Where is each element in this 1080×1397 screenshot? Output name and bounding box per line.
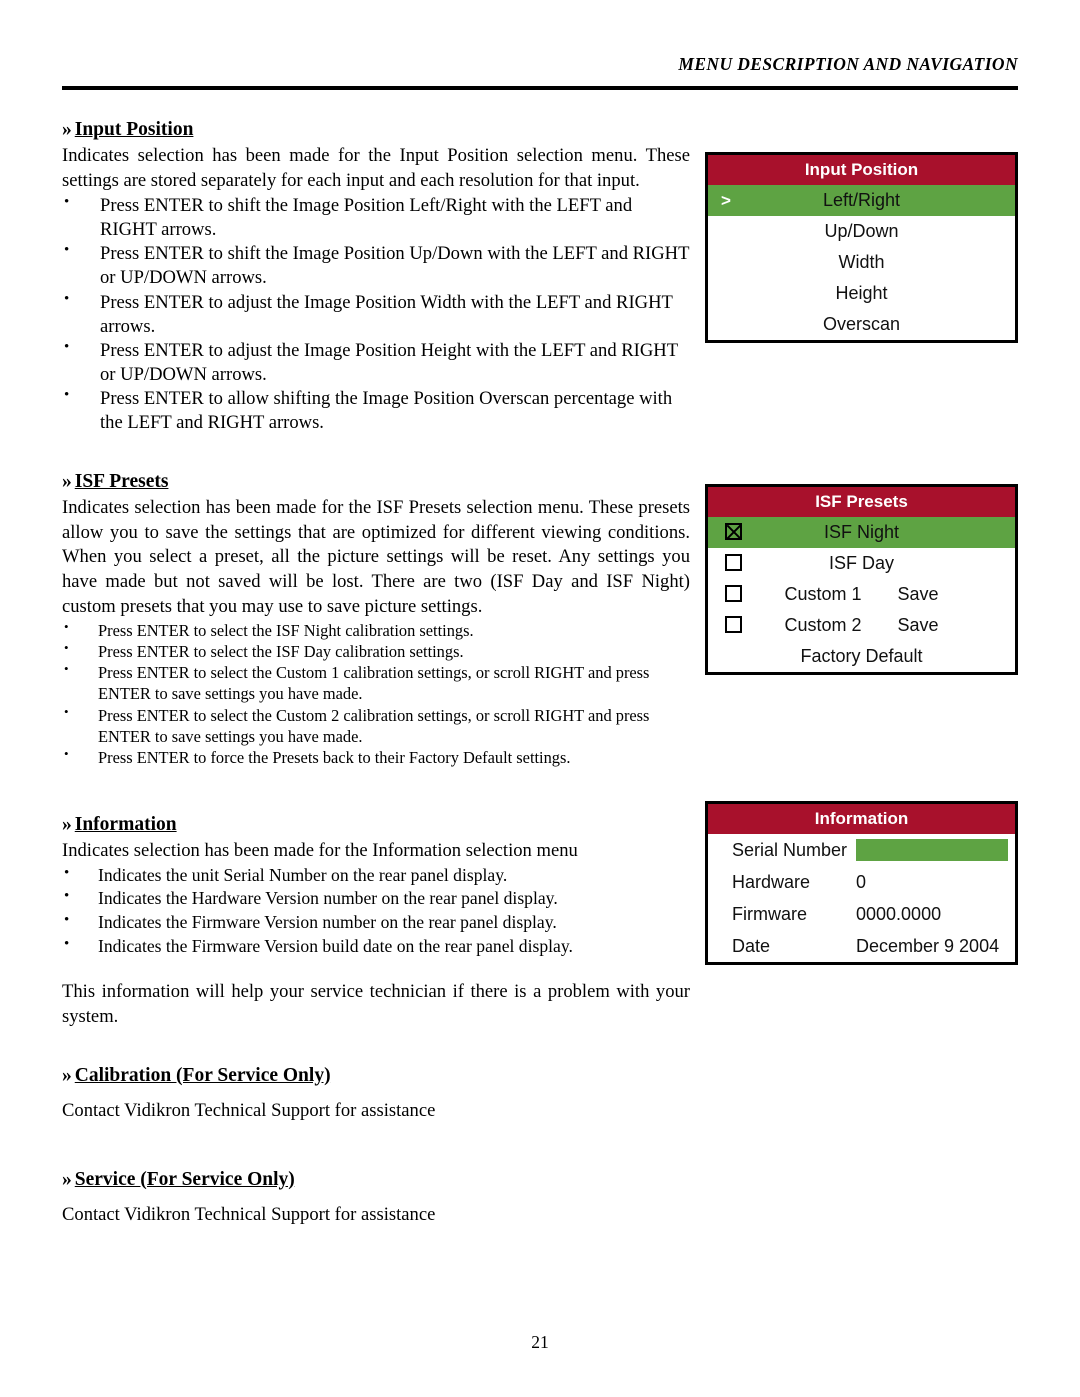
guillemet-icon: » [62, 119, 72, 140]
isf-presets-bullets: Press ENTER to select the ISF Night cali… [62, 618, 690, 769]
osd-title-information: Information [708, 804, 1015, 834]
osd-row-label: Custom 2 [784, 615, 862, 635]
osd-row-label: Hardware [732, 872, 811, 892]
osd-row-label: Custom 1 [784, 584, 862, 604]
osd-row-serial-number: Serial Number [708, 834, 1015, 866]
list-item: Indicates the unit Serial Number on the … [62, 863, 690, 888]
page-number: 21 [531, 1332, 549, 1352]
osd-row-label: Firmware [732, 904, 807, 924]
section-heading-information: » Information [62, 813, 690, 837]
osd-row-up-down[interactable]: Up/Down [708, 216, 1015, 247]
osd-row-label: Serial Number [732, 840, 848, 860]
list-item: Indicates the Firmware Version build dat… [62, 934, 690, 959]
osd-row-label: ISF Night [823, 522, 900, 542]
header-rule [62, 86, 1018, 90]
osd-row-label: Width [838, 252, 885, 272]
osd-row-label: Up/Down [824, 221, 899, 241]
osd-row-isf-day[interactable]: ISF Day [708, 548, 1015, 579]
osd-row-label: Left/Right [822, 190, 901, 210]
osd-information: Information Serial Number Hardware 0 Fir… [705, 801, 1018, 965]
serial-number-value-bar [856, 839, 1008, 861]
list-item: Press ENTER to adjust the Image Position… [62, 338, 690, 387]
osd-row-isf-night[interactable]: ISF Night [708, 517, 1015, 548]
osd-row-date: Date December 9 2004 [708, 930, 1015, 962]
list-item: Press ENTER to select the Custom 2 calib… [62, 704, 690, 748]
osd-row-value: 0 [856, 872, 867, 892]
section-heading-text: Information [74, 813, 177, 835]
input-position-bullets: Press ENTER to shift the Image Position … [62, 193, 690, 436]
checkbox-icon[interactable] [725, 554, 742, 571]
osd-row-save-action[interactable]: Save [898, 615, 939, 635]
guillemet-icon: » [62, 470, 72, 492]
section-heading-input-position: » Input Position [62, 118, 690, 142]
osd-row-firmware: Firmware 0000.0000 [708, 898, 1015, 930]
osd-title-isf-presets: ISF Presets [708, 487, 1015, 517]
isf-presets-intro: Indicates selection has been made for th… [62, 496, 690, 617]
list-item: Press ENTER to select the ISF Day calibr… [62, 640, 690, 662]
list-item: Press ENTER to select the ISF Night cali… [62, 618, 690, 641]
list-item: Indicates the Firmware Version number on… [62, 910, 690, 935]
section-heading-text: Service (For Service Only) [74, 1168, 295, 1190]
osd-row-factory-default[interactable]: Factory Default [708, 641, 1015, 672]
osd-input-position: Input Position > Left/Right Up/Down Widt… [705, 152, 1018, 343]
osd-row-width[interactable]: Width [708, 247, 1015, 278]
information-closing: This information will help your service … [62, 981, 690, 1027]
osd-isf-presets: ISF Presets ISF Night ISF Day Custom 1 Sa… [705, 484, 1018, 675]
list-item: Press ENTER to adjust the Image Position… [62, 289, 690, 339]
list-item: Press ENTER to allow shifting the Image … [62, 386, 690, 435]
osd-row-custom-2[interactable]: Custom 2 Save [708, 610, 1015, 641]
document-page: MENU DESCRIPTION AND NAVIGATION » Input P… [0, 0, 1080, 1397]
osd-row-label: Overscan [822, 314, 901, 334]
section-heading-text: Input Position [74, 119, 194, 140]
osd-row-value: 0000.0000 [856, 904, 942, 924]
osd-row-overscan[interactable]: Overscan [708, 309, 1015, 340]
running-head: MENU DESCRIPTION AND NAVIGATION [678, 54, 1018, 74]
osd-row-hardware: Hardware 0 [708, 866, 1015, 898]
input-position-intro: Indicates selection has been made for th… [62, 145, 690, 192]
osd-row-left-right[interactable]: > Left/Right [708, 185, 1015, 216]
list-item: Press ENTER to shift the Image Position … [62, 241, 690, 290]
osd-row-save-action[interactable]: Save [898, 584, 939, 604]
selection-arrow-icon: > [721, 191, 731, 210]
list-item: Indicates the Hardware Version number on… [62, 886, 690, 911]
section-heading-calibration: » Calibration (For Service Only) [62, 1064, 690, 1088]
osd-row-custom-1[interactable]: Custom 1 Save [708, 579, 1015, 610]
guillemet-icon: » [62, 1168, 72, 1190]
guillemet-icon: » [62, 1064, 72, 1086]
osd-title-input-position: Input Position [708, 155, 1015, 185]
osd-row-label: ISF Day [828, 553, 894, 573]
list-item: Press ENTER to shift the Image Position … [62, 193, 690, 242]
information-bullets: Indicates the unit Serial Number on the … [62, 863, 690, 959]
section-heading-text: ISF Presets [74, 470, 169, 492]
section-heading-text: Calibration (For Service Only) [74, 1064, 331, 1086]
osd-row-value: December 9 2004 [856, 936, 1000, 956]
osd-row-label: Factory Default [800, 646, 923, 666]
calibration-body: Contact Vidikron Technical Support for a… [62, 1099, 436, 1121]
osd-row-label: Date [732, 936, 771, 956]
list-item: Press ENTER to select the Custom 1 calib… [62, 661, 690, 705]
section-heading-service: » Service (For Service Only) [62, 1168, 690, 1192]
service-body: Contact Vidikron Technical Support for a… [62, 1204, 436, 1226]
checkbox-checked-icon[interactable] [725, 523, 742, 540]
section-heading-isf-presets: » ISF Presets [62, 470, 690, 494]
information-intro: Indicates selection has been made for th… [62, 840, 578, 862]
osd-row-label: Height [835, 283, 888, 303]
guillemet-icon: » [62, 813, 72, 835]
osd-row-height[interactable]: Height [708, 278, 1015, 309]
list-item: Press ENTER to force the Presets back to… [62, 746, 690, 768]
text-column: » Input Position Indicates selection has … [62, 118, 690, 1228]
